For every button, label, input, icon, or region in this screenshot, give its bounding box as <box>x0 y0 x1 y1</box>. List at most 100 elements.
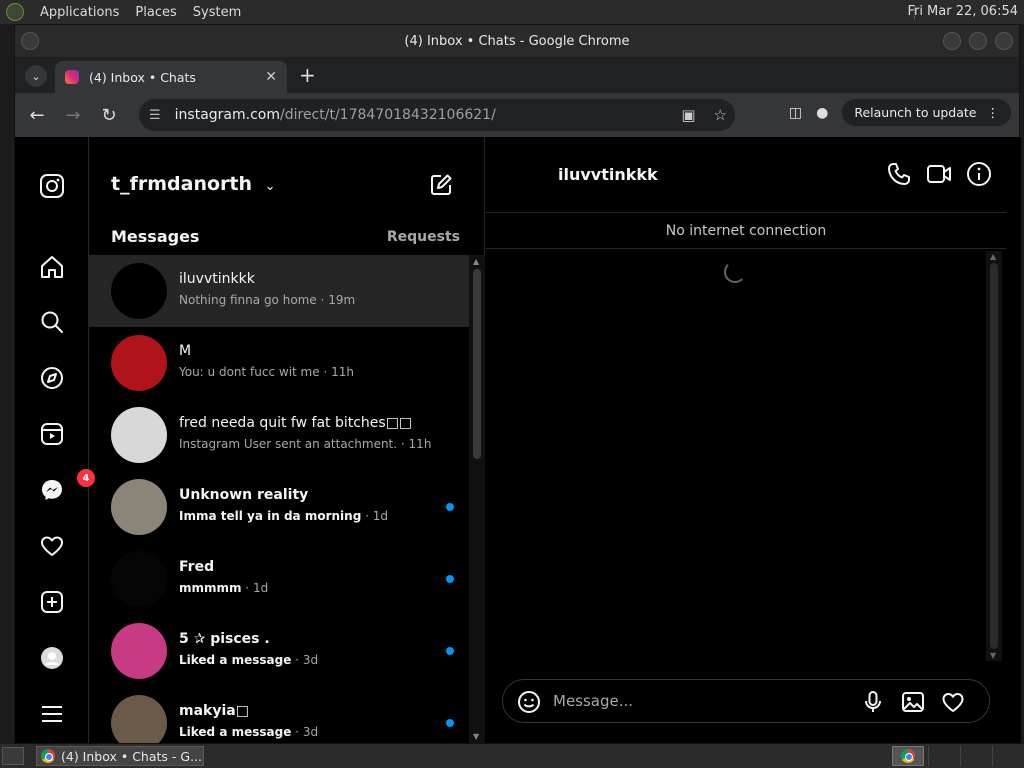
chat-scrollbar-thumb[interactable] <box>990 263 998 649</box>
conversation-preview: Imma tell ya in da morning <box>179 509 362 523</box>
scrollbar-thumb[interactable] <box>473 269 481 459</box>
conversation-row[interactable]: Fred mmmmm · 1d <box>89 543 469 615</box>
forward-button[interactable]: → <box>55 105 91 126</box>
chrome-icon <box>41 749 55 763</box>
add-photo-icon[interactable] <box>901 690 925 714</box>
more-menu-icon[interactable] <box>39 701 65 727</box>
menu-places[interactable]: Places <box>135 5 176 20</box>
chat-scrollbar[interactable]: ▲ ▼ <box>986 251 1002 661</box>
messenger-icon[interactable]: 4 <box>39 469 95 503</box>
menu-system[interactable]: System <box>193 5 241 20</box>
unread-dot <box>446 575 454 583</box>
close-tab-icon[interactable]: ✕ <box>265 69 277 85</box>
microphone-icon[interactable] <box>861 690 885 714</box>
scroll-up-arrow[interactable]: ▲ <box>473 257 479 266</box>
conversation-row[interactable]: fred needa quit fw fat bitches□□ Instagra… <box>89 399 469 471</box>
message-input[interactable] <box>553 692 843 710</box>
conversation-scrollbar[interactable]: ▲ ▼ <box>469 255 485 743</box>
window-menu-button[interactable] <box>21 32 39 50</box>
maximize-button[interactable] <box>969 32 987 50</box>
chat-header: iluvvtinkkk <box>486 137 1006 213</box>
kebab-menu-icon[interactable]: ⋮ <box>987 105 1000 120</box>
install-app-icon[interactable]: ▣ <box>681 106 695 124</box>
voice-call-icon[interactable] <box>886 161 912 187</box>
tab-search-button[interactable]: ⌄ <box>25 65 47 87</box>
browser-toolbar: ← → ↻ ☰ instagram.com/direct/t/178470184… <box>15 93 1019 137</box>
separator-dot: · <box>241 581 253 595</box>
tab-inbox-chats[interactable]: (4) Inbox • Chats ✕ <box>55 61 287 93</box>
avatar <box>111 263 167 319</box>
distro-logo-icon[interactable] <box>6 3 24 21</box>
workspace-1[interactable] <box>892 746 924 766</box>
profile-avatar-icon[interactable] <box>39 645 65 671</box>
emoji-icon[interactable] <box>517 690 541 714</box>
chat-username[interactable]: iluvvtinkkk <box>558 165 658 184</box>
notifications-heart-icon[interactable] <box>39 533 65 559</box>
conversation-info-icon[interactable] <box>966 161 992 187</box>
conversation-name: Fred <box>179 559 215 575</box>
offline-notice: No internet connection <box>486 213 1006 249</box>
conversation-list: iluvvtinkkk Nothing finna go home · 19m M Y… <box>89 255 469 743</box>
conversation-time: 1d <box>252 581 269 595</box>
conversation-name: fred needa quit fw fat bitches□□ <box>179 415 413 431</box>
conversation-preview-line: Instagram User sent an attachment. · 11h <box>179 437 431 451</box>
instagram-favicon-icon <box>65 70 79 84</box>
unread-dot <box>446 647 454 655</box>
chat-panel: iluvvtinkkk No internet connection ▲ ▼ M… <box>486 137 1006 743</box>
new-message-icon[interactable] <box>429 173 453 197</box>
reels-icon[interactable] <box>39 421 65 447</box>
instagram-logo-icon[interactable] <box>39 173 65 199</box>
video-call-icon[interactable] <box>926 161 952 187</box>
conversation-row[interactable]: makyia□ Liked a message · 3d <box>89 687 469 743</box>
conversation-preview: You: u dont fucc wit me <box>179 365 320 379</box>
conversation-name: iluvvtinkkk <box>179 271 255 287</box>
bookmark-star-icon[interactable]: ☆ <box>714 106 727 124</box>
profile-icon[interactable]: ● <box>816 105 828 121</box>
unread-dot <box>446 503 454 511</box>
show-desktop-button[interactable] <box>2 747 24 765</box>
site-info-icon[interactable]: ☰ <box>149 108 161 123</box>
scroll-down-arrow[interactable]: ▼ <box>473 732 479 741</box>
conversation-row[interactable]: 5 ✰ pisces . Liked a message · 3d <box>89 615 469 687</box>
window-titlebar[interactable]: (4) Inbox • Chats - Google Chrome <box>15 25 1019 57</box>
chevron-down-icon: ⌄ <box>264 179 276 194</box>
like-heart-icon[interactable] <box>941 690 965 714</box>
conversation-time: 11h <box>331 365 354 379</box>
conversation-preview: mmmmm <box>179 581 242 595</box>
home-icon[interactable] <box>39 254 65 280</box>
reload-button[interactable]: ↻ <box>91 105 127 126</box>
chat-scroll-up-arrow[interactable]: ▲ <box>990 252 996 261</box>
separator-dot: · <box>319 365 332 379</box>
conversation-time: 1d <box>372 509 388 523</box>
conversation-row[interactable]: M You: u dont fucc wit me · 11h <box>89 327 469 399</box>
workspace-4[interactable] <box>992 746 1022 766</box>
workspace-2[interactable] <box>928 746 958 766</box>
conversation-row[interactable]: Unknown reality Imma tell ya in da mornin… <box>89 471 469 543</box>
account-switcher[interactable]: t_frmdanorth ⌄ <box>111 173 276 195</box>
back-button[interactable]: ← <box>19 105 55 126</box>
search-icon[interactable] <box>39 309 65 335</box>
url-path: /direct/t/17847018432106621/ <box>280 107 496 123</box>
conversation-row[interactable]: iluvvtinkkk Nothing finna go home · 19m <box>89 255 469 327</box>
explore-compass-icon[interactable] <box>39 365 65 391</box>
avatar <box>111 335 167 391</box>
create-post-icon[interactable] <box>39 589 65 615</box>
side-panel-icon[interactable]: ◫ <box>789 105 802 121</box>
close-window-button[interactable] <box>995 32 1013 50</box>
requests-link[interactable]: Requests <box>387 229 460 245</box>
account-username: t_frmdanorth <box>111 173 252 195</box>
conversation-preview-line: Imma tell ya in da morning · 1d <box>179 509 388 523</box>
relaunch-to-update-button[interactable]: Relaunch to update ⋮ <box>842 99 1011 126</box>
conversation-preview-line: mmmmm · 1d <box>179 581 268 595</box>
conversation-preview-line: Liked a message · 3d <box>179 653 318 667</box>
minimize-button[interactable] <box>943 32 961 50</box>
workspace-3[interactable] <box>960 746 990 766</box>
clock[interactable]: Fri Mar 22, 06:54 <box>907 4 1018 19</box>
address-bar[interactable]: ☰ instagram.com/direct/t/178470184321066… <box>139 99 735 131</box>
chat-scroll-down-arrow[interactable]: ▼ <box>990 651 996 660</box>
conversation-time: 3d <box>302 653 319 667</box>
taskbar-chrome-task[interactable]: (4) Inbox • Chats - G... <box>36 746 204 766</box>
menu-applications[interactable]: Applications <box>40 5 119 20</box>
conversation-name: makyia□ <box>179 703 249 719</box>
new-tab-button[interactable]: + <box>299 63 316 87</box>
